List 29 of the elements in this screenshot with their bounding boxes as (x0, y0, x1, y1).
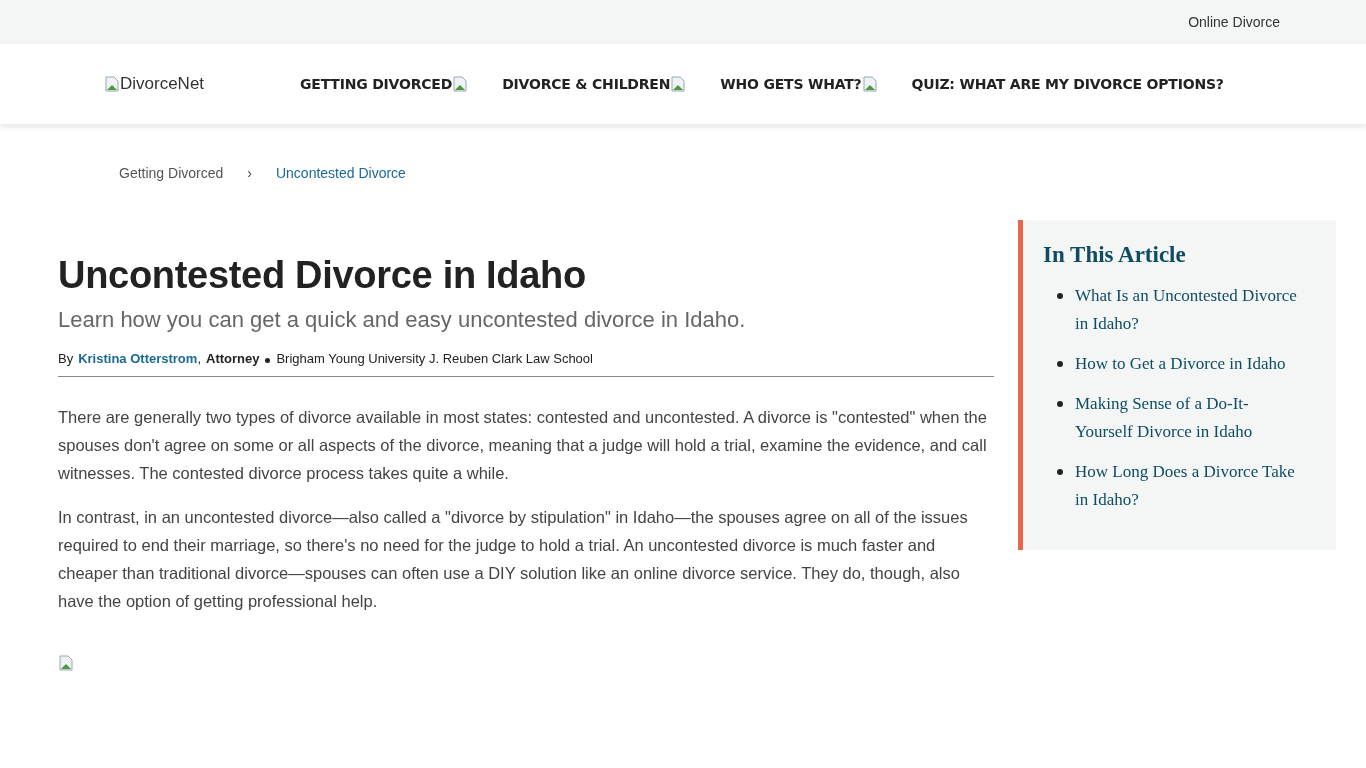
author-role: Attorney (206, 351, 260, 366)
breadcrumb-link[interactable]: Uncontested Divorce (275, 165, 406, 181)
nav-link[interactable]: WHO GETS WHAT? (720, 76, 878, 92)
toc-link[interactable]: Making Sense of a Do-It-Yourself Divorce in Idaho (1075, 390, 1306, 446)
byline-comma: , (197, 351, 201, 366)
bullet-icon (1057, 469, 1063, 475)
top-link[interactable]: Online Divorce (1188, 14, 1280, 30)
nav-link[interactable]: QUIZ: WHAT ARE MY DIVORCE OPTIONS? (911, 76, 1224, 92)
article-paragraph: There are generally two types of divorce available in most states: contested and uncontested. A divorce is "contested" when the spouses don't agree on some or all aspects of the divorce, meaning that a judge will hold a trial, examine the evidence, and call witnesses. The contested divorce process takes quite a while. (58, 407, 988, 484)
article-title: Uncontested Divorce in Idaho (58, 254, 587, 297)
bullet-icon (265, 357, 271, 363)
article-subtitle: Learn how you can get a quick and easy uncontested divorce in Idaho. (58, 307, 747, 333)
breadcrumb-separator: › (247, 165, 252, 181)
bullet-icon (1057, 361, 1063, 367)
bullet-icon (1057, 401, 1063, 407)
toc-title: In This Article (1043, 242, 1187, 268)
logo-link[interactable]: DivorceNet (104, 74, 284, 94)
toc-link[interactable]: How Long Does a Divorce Take in Idaho? (1075, 458, 1306, 514)
toc-link[interactable]: What Is an Uncontested Divorce in Idaho? (1075, 282, 1306, 338)
broken-image-icon (58, 655, 74, 671)
bullet-icon (1057, 293, 1063, 299)
broken-image-icon (104, 76, 120, 92)
author-school: Brigham Young University J. Reuben Clark Law School (276, 351, 593, 366)
breadcrumb-link[interactable]: Getting Divorced (119, 165, 224, 181)
toc-link[interactable]: How to Get a Divorce in Idaho (1075, 350, 1286, 378)
article-paragraph: In contrast, in an uncontested divorce—also called a "divorce by stipulation" in Idaho—the spouses agree on all of the issues required to end their marriage, so there's no need for the judge to hold a trial. An uncontested divorce is much faster and cheaper than traditional divorce—spouses can often use a DIY solution like an online divorce service. They do, though, also have the option of getting professional help. (58, 507, 969, 612)
nav-link[interactable]: GETTING DIVORCED (300, 76, 469, 92)
byline-label: By (58, 351, 74, 366)
nav-link[interactable]: DIVORCE & CHILDREN (502, 76, 687, 92)
